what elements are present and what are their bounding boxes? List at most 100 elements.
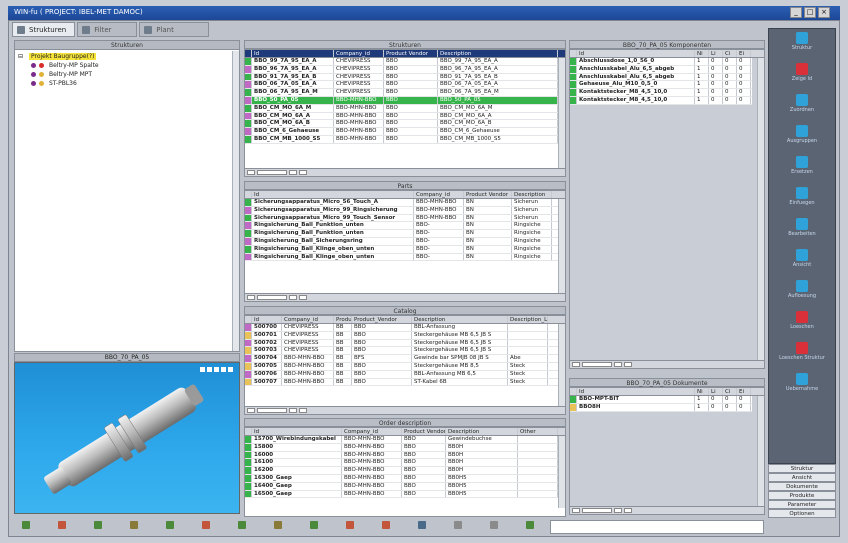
- table-row[interactable]: Ringsicherung_Ball_Funktion_unten BBO- BN R…: [245, 222, 565, 231]
- table-row[interactable]: 500700 CHEVIPRESS BB BBO BBL-Anfassung: [245, 324, 565, 332]
- table-row[interactable]: 16000 BBO-MHN-BBO BBO BB0H: [245, 451, 565, 460]
- column-header[interactable]: Product Vendor: [402, 428, 446, 435]
- sidebar-button[interactable]: Ersetzen: [768, 154, 836, 178]
- table-row[interactable]: 16100 BBO-MHN-BBO BBO BB0H: [245, 459, 565, 468]
- table-row[interactable]: 500704 BBO-MHN-BBO BB BFS Gewinde bar SPMJB …: [245, 355, 565, 363]
- sidebar-menu-item[interactable]: Produkte: [768, 491, 836, 500]
- table-row[interactable]: BBO_CM_6_Gehaeuse BBO-MHN-BBO BBO BBO_CM_6_…: [245, 128, 565, 136]
- table-row[interactable]: 16200 BBO-MHN-BBO BBO BB0H: [245, 467, 565, 475]
- column-header[interactable]: Company_id: [414, 191, 464, 198]
- table-row[interactable]: BBO_91_7A_95_EA_B CHEVIPRESS BBO BBO_91_7A_…: [245, 73, 565, 82]
- table-row[interactable]: Sicherungsapparatus_Micro_56_Touch_A BBO-…: [245, 199, 565, 207]
- sidebar-menu-item[interactable]: Dokumente: [768, 482, 836, 491]
- table-row[interactable]: Ringsicherung_Ball_Sicherungsring BBO- BN R…: [245, 237, 565, 246]
- table-row[interactable]: Ringsicherung_Ball_Klinge_oben_unten BBO-…: [245, 245, 565, 254]
- table-row[interactable]: Sicherungsapparatus_Micro_99_Ringsicheru…: [245, 206, 565, 215]
- column-header[interactable]: Company_id: [342, 428, 402, 435]
- column-header[interactable]: Product_Vendor: [352, 316, 412, 323]
- sidebar-button[interactable]: Zuordnen: [768, 92, 836, 116]
- tab-plant[interactable]: Plant: [139, 22, 210, 37]
- table-row[interactable]: Gehaeuse_Alu_M10_0,5_0 1 0 0 0: [570, 81, 752, 90]
- tree-scrollbar[interactable]: [232, 51, 239, 351]
- toolbar-icon[interactable]: [238, 521, 246, 529]
- column-header[interactable]: Ni: [695, 50, 709, 57]
- sidebar-button[interactable]: Ausgruppen: [768, 123, 836, 147]
- column-header[interactable]: Ci: [723, 50, 737, 57]
- column-header[interactable]: Ei: [737, 388, 751, 395]
- minimize-button[interactable]: _: [790, 7, 802, 18]
- sidebar-menu-item[interactable]: Struktur: [768, 464, 836, 473]
- tab-filter[interactable]: Filter: [77, 22, 138, 37]
- toolbar-icon[interactable]: [526, 521, 534, 529]
- 3d-viewer[interactable]: [14, 362, 240, 514]
- toolbar-icon[interactable]: [454, 521, 462, 529]
- toolbar-icon[interactable]: [382, 521, 390, 529]
- table-row[interactable]: 15700_Wirebindungskabel BBO-MHN-BBO BBO Gew…: [245, 436, 565, 444]
- table-row[interactable]: 15800 BBO-MHN-BBO BBO BB0H: [245, 443, 565, 452]
- column-header[interactable]: Product: [334, 316, 352, 323]
- sidebar-button[interactable]: Zeige Id: [768, 61, 836, 85]
- sidebar-button[interactable]: Ansicht: [768, 247, 836, 271]
- column-header[interactable]: Ci: [723, 388, 737, 395]
- table-row[interactable]: BBO_CM_MB_1000_S5 BBO-MHN-BBO BBO BBO_CM_MB…: [245, 135, 565, 144]
- sidebar-menu-item[interactable]: Parameter: [768, 500, 836, 509]
- toolbar-icon[interactable]: [22, 521, 30, 529]
- tab-structures[interactable]: Strukturen: [12, 22, 76, 37]
- sidebar-button[interactable]: Loeschen: [768, 309, 836, 333]
- column-header[interactable]: Description_L: [508, 316, 548, 323]
- table-row[interactable]: 16400_Gaep BBO-MHN-BBO BBO BB0H5: [245, 482, 565, 491]
- column-header[interactable]: Id: [252, 50, 334, 57]
- grid-scrollbar[interactable]: [558, 324, 565, 406]
- grid-scrollbar[interactable]: [558, 58, 565, 168]
- table-row[interactable]: BBO_CM_MO_6A_B BBO-MHN-BBO BBO BBO_CM_MO_6A…: [245, 120, 565, 129]
- table-row[interactable]: Anschlusskabel_Alu_6,5_abgeb 1 0 0 0: [570, 65, 752, 74]
- toolbar-icon[interactable]: [418, 521, 426, 529]
- column-header[interactable]: Id: [252, 316, 282, 323]
- tree-node[interactable]: Beltry-MP Spalte: [15, 61, 239, 70]
- column-header[interactable]: Id: [577, 388, 695, 395]
- grid-scrollbar[interactable]: [558, 199, 565, 293]
- sidebar-button[interactable]: Loeschen Struktur: [768, 340, 836, 364]
- table-row[interactable]: BBO_CM_MO_6A_M BBO-MHN-BBO BBO BBO_CM_MO_6A…: [245, 104, 565, 113]
- column-header[interactable]: Company_id: [282, 316, 334, 323]
- close-button[interactable]: ×: [818, 7, 830, 18]
- table-row[interactable]: BBO_96_7A_95_EA_A CHEVIPRESS BBO BBO_96_7A_…: [245, 65, 565, 74]
- toolbar-icon[interactable]: [130, 521, 138, 529]
- tree-node-root[interactable]: ⊟ Projekt Baugruppe(?): [15, 52, 239, 61]
- column-header[interactable]: Description: [412, 316, 508, 323]
- toolbar-icon[interactable]: [346, 521, 354, 529]
- tree-node[interactable]: ST-PBL36: [15, 79, 239, 88]
- column-header[interactable]: Li: [709, 388, 723, 395]
- table-row[interactable]: Ringsicherung_Ball_Funktion_unten BBO- BN R…: [245, 230, 565, 238]
- column-header[interactable]: Product Vendor: [464, 191, 512, 198]
- sidebar-button[interactable]: Bearbeiten: [768, 216, 836, 240]
- column-header[interactable]: Id: [252, 428, 342, 435]
- sidebar-button[interactable]: Struktur: [768, 30, 836, 54]
- sidebar-menu-item[interactable]: Ansicht: [768, 473, 836, 482]
- table-row[interactable]: 500706 BBO-MHN-BBO BB BBO BBL-Anfassung MB 6…: [245, 370, 565, 379]
- column-header[interactable]: Other: [518, 428, 558, 435]
- table-row[interactable]: BBO_50_PA_05 BBO-MHN-BBO BBO BBO_50_PA_05: [245, 96, 565, 105]
- toolbar-icon[interactable]: [202, 521, 210, 529]
- maximize-button[interactable]: □: [804, 7, 816, 18]
- sidebar-button[interactable]: Einfuegen: [768, 185, 836, 209]
- table-row[interactable]: Kontaktstecker_M8_4,5_10,0 1 0 0 0: [570, 89, 752, 97]
- table-row[interactable]: 500707 BBO-MHN-BBO BB BBO ST-Kabel 6B Steck: [245, 378, 565, 387]
- toolbar-icon[interactable]: [58, 521, 66, 529]
- grid-scrollbar[interactable]: [757, 396, 764, 506]
- toolbar-icon[interactable]: [94, 521, 102, 529]
- toolbar-icon[interactable]: [310, 521, 318, 529]
- column-header[interactable]: Description: [438, 50, 558, 57]
- table-row[interactable]: 16300_Gaep BBO-MHN-BBO BBO BB0H5: [245, 474, 565, 483]
- grid-scrollbar[interactable]: [558, 436, 565, 508]
- table-row[interactable]: 500702 CHEVIPRESS BB BBO Steckergehäuse MB 6…: [245, 339, 565, 348]
- table-row[interactable]: BBO_99_7A_95_EA_A CHEVIPRESS BBO BBO_99_7A_…: [245, 58, 565, 66]
- sidebar-menu-item[interactable]: Optionen: [768, 509, 836, 518]
- column-header[interactable]: Description: [512, 191, 552, 198]
- table-row[interactable]: 500703 CHEVIPRESS BB BBO Steckergehäuse MB 6…: [245, 347, 565, 356]
- table-row[interactable]: BBO_06_7A_05_EA_A CHEVIPRESS BBO BBO_06_7A_…: [245, 81, 565, 90]
- column-header[interactable]: Product Vendor: [384, 50, 438, 57]
- table-row[interactable]: 500705 BBO-MHN-BBO BB BBO Steckergehäuse MB …: [245, 362, 565, 371]
- column-header[interactable]: Li: [709, 50, 723, 57]
- table-row[interactable]: BBO_06_7A_95_EA_M CHEVIPRESS BBO BBO_06_7A_…: [245, 89, 565, 97]
